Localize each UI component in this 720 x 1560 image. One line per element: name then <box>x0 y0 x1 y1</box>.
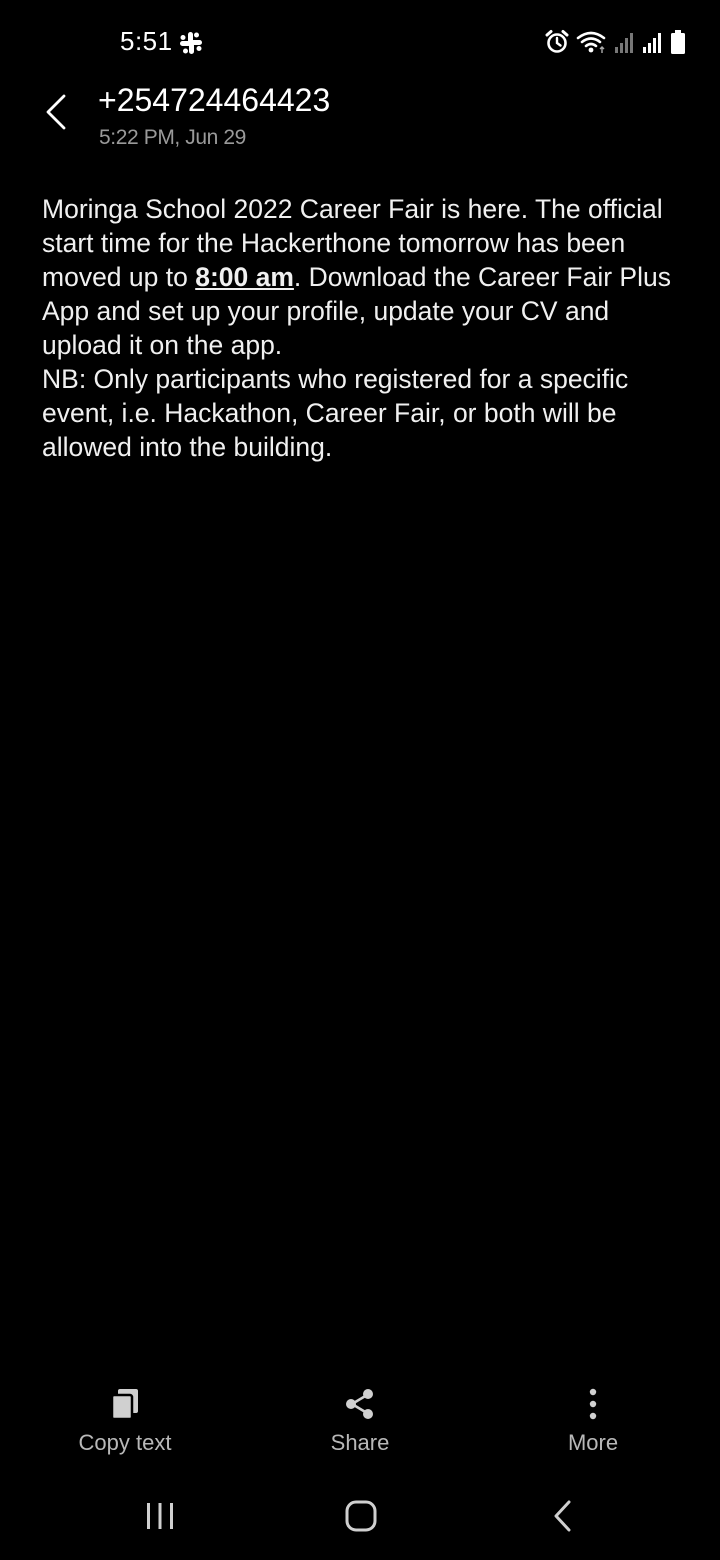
message-text: Moringa School 2022 Career Fair is here.… <box>42 192 692 464</box>
share-button[interactable]: Share <box>260 1384 460 1474</box>
wifi-icon <box>576 29 608 55</box>
signal-icon <box>642 30 664 54</box>
recent-apps-button[interactable] <box>120 1488 200 1548</box>
share-icon <box>344 1387 376 1426</box>
copy-text-label: Copy text <box>78 1430 172 1455</box>
share-label: Share <box>330 1430 390 1455</box>
battery-icon <box>670 29 686 55</box>
alarm-icon <box>544 29 570 55</box>
signal-icon <box>614 30 636 54</box>
nav-back-button[interactable] <box>523 1488 603 1548</box>
sender-number: +254724464423 <box>98 82 331 118</box>
message-text-part2: . Download the Career Fair Plus App and … <box>42 262 671 462</box>
copy-icon <box>109 1387 141 1426</box>
back-button[interactable] <box>30 88 82 140</box>
copy-text-button[interactable]: Copy text <box>25 1384 225 1474</box>
chevron-left-icon <box>42 92 70 137</box>
message-time-link[interactable]: 8:00 am <box>195 262 294 292</box>
more-button[interactable]: More <box>493 1384 693 1474</box>
more-label: More <box>567 1430 619 1455</box>
navigation-bar <box>0 1488 720 1548</box>
slack-icon <box>178 30 204 56</box>
message-timestamp: 5:22 PM, Jun 29 <box>99 126 246 149</box>
more-vertical-icon <box>587 1387 599 1426</box>
message-body: Moringa School 2022 Career Fair is here.… <box>42 192 692 464</box>
action-bar: Copy text Share More <box>0 1384 720 1474</box>
home-icon <box>344 1499 378 1538</box>
back-icon <box>551 1499 575 1538</box>
home-button[interactable] <box>321 1488 401 1548</box>
status-bar: 5:51 <box>0 0 720 84</box>
recent-apps-icon <box>144 1501 176 1536</box>
status-icons <box>544 28 686 56</box>
status-time: 5:51 <box>120 26 173 56</box>
